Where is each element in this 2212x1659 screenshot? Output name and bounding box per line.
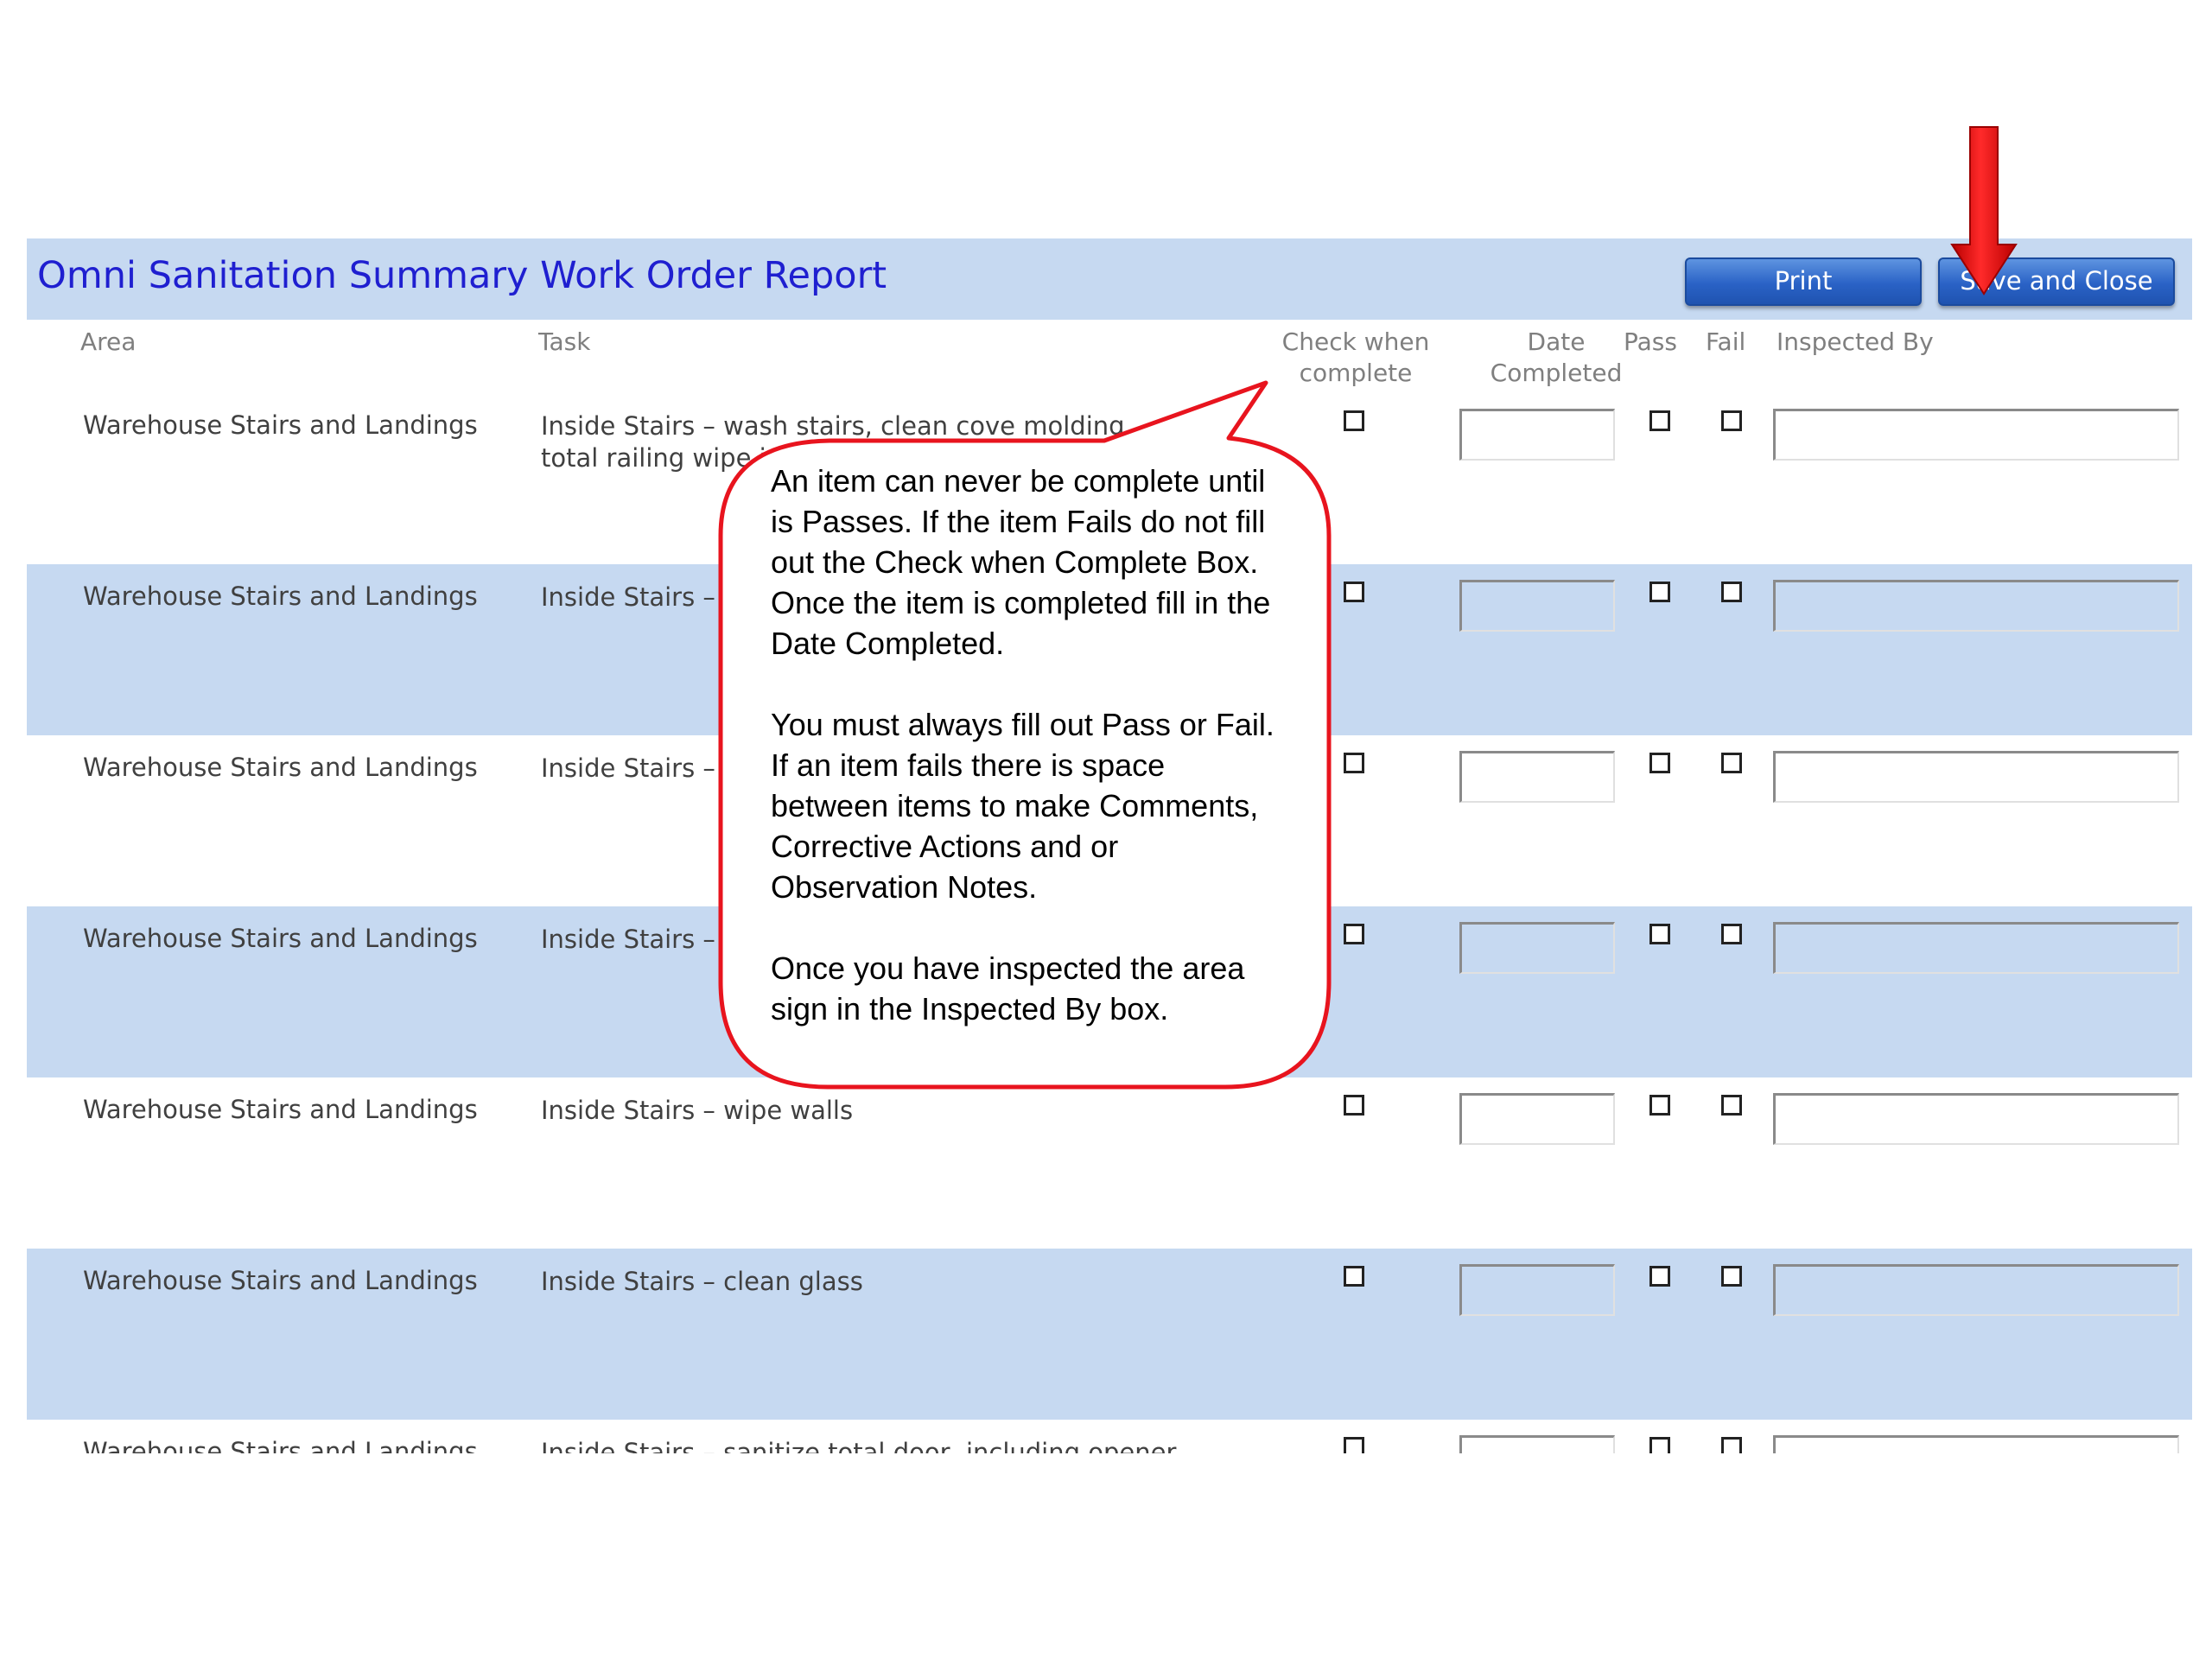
red-down-arrow-icon xyxy=(1950,126,2018,296)
